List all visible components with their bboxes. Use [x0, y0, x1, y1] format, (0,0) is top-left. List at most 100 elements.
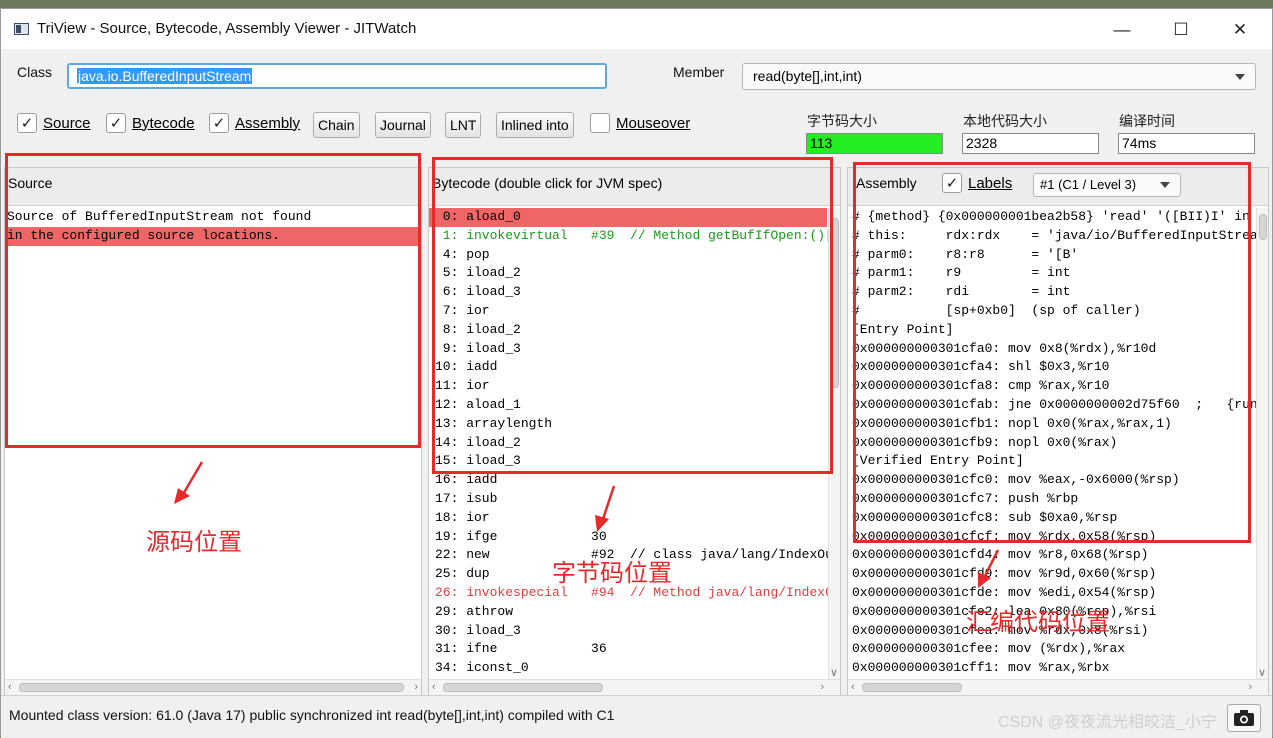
assembly-pane-title: Assembly	[856, 175, 917, 191]
scroll-thumb[interactable]	[19, 683, 404, 692]
assembly-line[interactable]: # parm0: r8:r8 = '[B'	[848, 246, 1255, 265]
assembly-line[interactable]: [Verified Entry Point]	[848, 452, 1255, 471]
mouseover-checkbox-label: Mouseover	[616, 114, 691, 132]
scroll-down-icon[interactable]: ∨	[830, 666, 838, 679]
bytecode-line[interactable]: 9: iload_3	[429, 340, 827, 359]
assembly-line[interactable]: 0x000000000301cff1: mov %rax,%rbx	[848, 659, 1255, 678]
source-annotation-arrow	[174, 461, 204, 504]
assembly-line[interactable]: # parm1: r9 = int	[848, 264, 1255, 283]
bytecode-line[interactable]: 0: aload_0	[429, 208, 827, 227]
assembly-line[interactable]: 0x000000000301cfa4: shl $0x3,%r10	[848, 358, 1255, 377]
compilation-select[interactable]: #1 (C1 / Level 3)	[1033, 173, 1181, 197]
bytecode-line[interactable]: 4: pop	[429, 246, 827, 265]
bytecode-line[interactable]: 8: iload_2	[429, 321, 827, 340]
bytecode-line[interactable]: 5: iload_2	[429, 264, 827, 283]
compile-time-label: 编译时间	[1119, 113, 1175, 129]
bytecode-line[interactable]: 17: isub	[429, 490, 827, 509]
bytecode-line[interactable]: 11: ior	[429, 377, 827, 396]
class-input[interactable]: java.io.BufferedInputStream	[67, 63, 607, 89]
bytecode-pane-header: Bytecode (double click for JVM spec)	[429, 168, 840, 206]
assembly-line[interactable]: 0x000000000301cfab: jne 0x0000000002d75f…	[848, 396, 1268, 415]
bytecode-line[interactable]: 34: iconst_0	[429, 659, 827, 678]
member-select[interactable]: read(byte[],int,int)	[742, 63, 1256, 90]
mouseover-checkbox[interactable]: Mouseover	[590, 105, 690, 141]
minimize-button[interactable]: —	[1099, 15, 1145, 45]
lnt-button[interactable]: LNT	[445, 112, 482, 138]
close-button[interactable]: ✕	[1217, 15, 1263, 45]
assembly-horizontal-scrollbar[interactable]: ‹ ›	[848, 679, 1268, 695]
assembly-pane-header: Assembly ✓ Labels #1 (C1 / Level 3)	[848, 168, 1268, 206]
assembly-line[interactable]: 0x000000000301cfd4: mov %r8,0x68(%rsp)	[848, 546, 1255, 565]
assembly-line[interactable]: 0x000000000301cfcf: mov %rdx,0x58(%rsp)	[848, 528, 1255, 547]
checkbox-check-icon: ✓	[942, 173, 962, 193]
scroll-left-icon[interactable]: ‹	[851, 681, 855, 693]
assembly-annotation-label: 汇编代码位置	[966, 609, 1110, 636]
checkbox-empty	[590, 113, 610, 133]
inlined-into-button[interactable]: Inlined into	[496, 112, 574, 138]
chain-button[interactable]: Chain	[313, 112, 360, 138]
bytecode-horizontal-scrollbar[interactable]: ‹ ›	[429, 679, 840, 695]
bytecode-size-value: 113	[806, 133, 943, 154]
bytecode-line[interactable]: 13: arraylength	[429, 415, 827, 434]
assembly-line[interactable]: # parm2: rdi = int	[848, 283, 1255, 302]
assembly-line[interactable]: 0x000000000301cfa8: cmp %rax,%r10	[848, 377, 1255, 396]
bytecode-line[interactable]: 19: ifge 30	[429, 528, 827, 547]
scroll-right-icon[interactable]: ›	[1248, 681, 1252, 693]
assembly-line[interactable]: 0x000000000301cfc8: sub $0xa0,%rsp	[848, 509, 1255, 528]
bytecode-line[interactable]: 6: iload_3	[429, 283, 827, 302]
journal-button[interactable]: Journal	[375, 112, 431, 138]
member-label: Member	[673, 64, 725, 80]
scroll-left-icon[interactable]: ‹	[8, 681, 12, 693]
bytecode-line[interactable]: 12: aload_1	[429, 396, 827, 415]
camera-icon	[1234, 710, 1254, 726]
bytecode-line[interactable]: 7: ior	[429, 302, 827, 321]
bytecode-line[interactable]: 15: iload_3	[429, 452, 827, 471]
bytecode-line[interactable]: 10: iadd	[429, 358, 827, 377]
assembly-line[interactable]: # {method} {0x000000001bea2b58} 'read' '…	[848, 208, 1268, 227]
scroll-right-icon[interactable]: ›	[820, 681, 824, 693]
bytecode-line[interactable]: 18: ior	[429, 509, 827, 528]
assembly-line[interactable]: 0x000000000301cfde: mov %edi,0x54(%rsp)	[848, 584, 1255, 603]
maximize-button[interactable]: ☐	[1158, 15, 1204, 45]
source-checkbox[interactable]: ✓ Source	[17, 105, 91, 141]
assembly-line[interactable]: 0x000000000301cfee: mov (%rdx),%rax	[848, 640, 1255, 659]
bytecode-line[interactable]: 16: iadd	[429, 471, 827, 490]
assembly-line[interactable]: 0x000000000301cfc0: mov %eax,-0x6000(%rs…	[848, 471, 1255, 490]
native-code-size-label: 本地代码大小	[963, 113, 1047, 129]
scroll-down-icon[interactable]: ∨	[1258, 666, 1266, 679]
scroll-thumb[interactable]	[862, 683, 962, 692]
snapshot-button[interactable]	[1227, 704, 1261, 732]
source-horizontal-scrollbar[interactable]: ‹ ›	[5, 679, 421, 695]
assembly-annotation-arrow	[978, 549, 1000, 588]
assembly-line[interactable]: 0x000000000301cfa0: mov 0x8(%rdx),%r10d	[848, 340, 1255, 359]
scroll-right-icon[interactable]: ›	[414, 681, 418, 693]
source-code: Source of BufferedInputStream not found …	[5, 208, 421, 246]
status-text: Mounted class version: 61.0 (Java 17) pu…	[9, 707, 615, 723]
assembly-line[interactable]: [Entry Point]	[848, 321, 1255, 340]
assembly-line[interactable]: 0x000000000301cfb1: nopl 0x0(%rax,%rax,1…	[848, 415, 1255, 434]
labels-checkbox[interactable]: ✓ Labels	[942, 173, 1012, 193]
assembly-line[interactable]: # [sp+0xb0] (sp of caller)	[848, 302, 1255, 321]
bytecode-checkbox[interactable]: ✓ Bytecode	[106, 105, 195, 141]
assembly-line[interactable]: 0x000000000301cfd9: mov %r9d,0x60(%rsp)	[848, 565, 1255, 584]
assembly-line[interactable]: 0x000000000301cfb9: nopl 0x0(%rax)	[848, 434, 1255, 453]
assembly-line[interactable]: 0x000000000301cfc7: push %rbp	[848, 490, 1255, 509]
checkbox-check-icon: ✓	[17, 113, 37, 133]
bytecode-line[interactable]: 31: ifne 36	[429, 640, 827, 659]
scroll-thumb[interactable]	[831, 218, 839, 388]
scroll-left-icon[interactable]: ‹	[432, 681, 436, 693]
bytecode-line[interactable]: 14: iload_2	[429, 434, 827, 453]
bytecode-line[interactable]: 1: invokevirtual #39 // Method getBufIfO…	[429, 227, 840, 246]
scroll-thumb[interactable]	[443, 683, 603, 692]
bytecode-line[interactable]: 30: iload_3	[429, 622, 827, 641]
assembly-line[interactable]: # this: rdx:rdx = 'java/io/BufferedInput…	[848, 227, 1268, 246]
assembly-vertical-scrollbar[interactable]: ∨	[1256, 208, 1268, 679]
class-input-value: java.io.BufferedInputStream	[77, 68, 253, 84]
source-line[interactable]: Source of BufferedInputStream not found	[5, 208, 421, 227]
source-line[interactable]: in the configured source locations.	[5, 226, 421, 246]
bytecode-line[interactable]: 29: athrow	[429, 603, 827, 622]
source-annotation-label: 源码位置	[146, 529, 242, 556]
assembly-checkbox[interactable]: ✓ Assembly	[209, 105, 300, 141]
bytecode-vertical-scrollbar[interactable]: ∨	[828, 208, 840, 679]
scroll-thumb[interactable]	[1259, 214, 1267, 240]
